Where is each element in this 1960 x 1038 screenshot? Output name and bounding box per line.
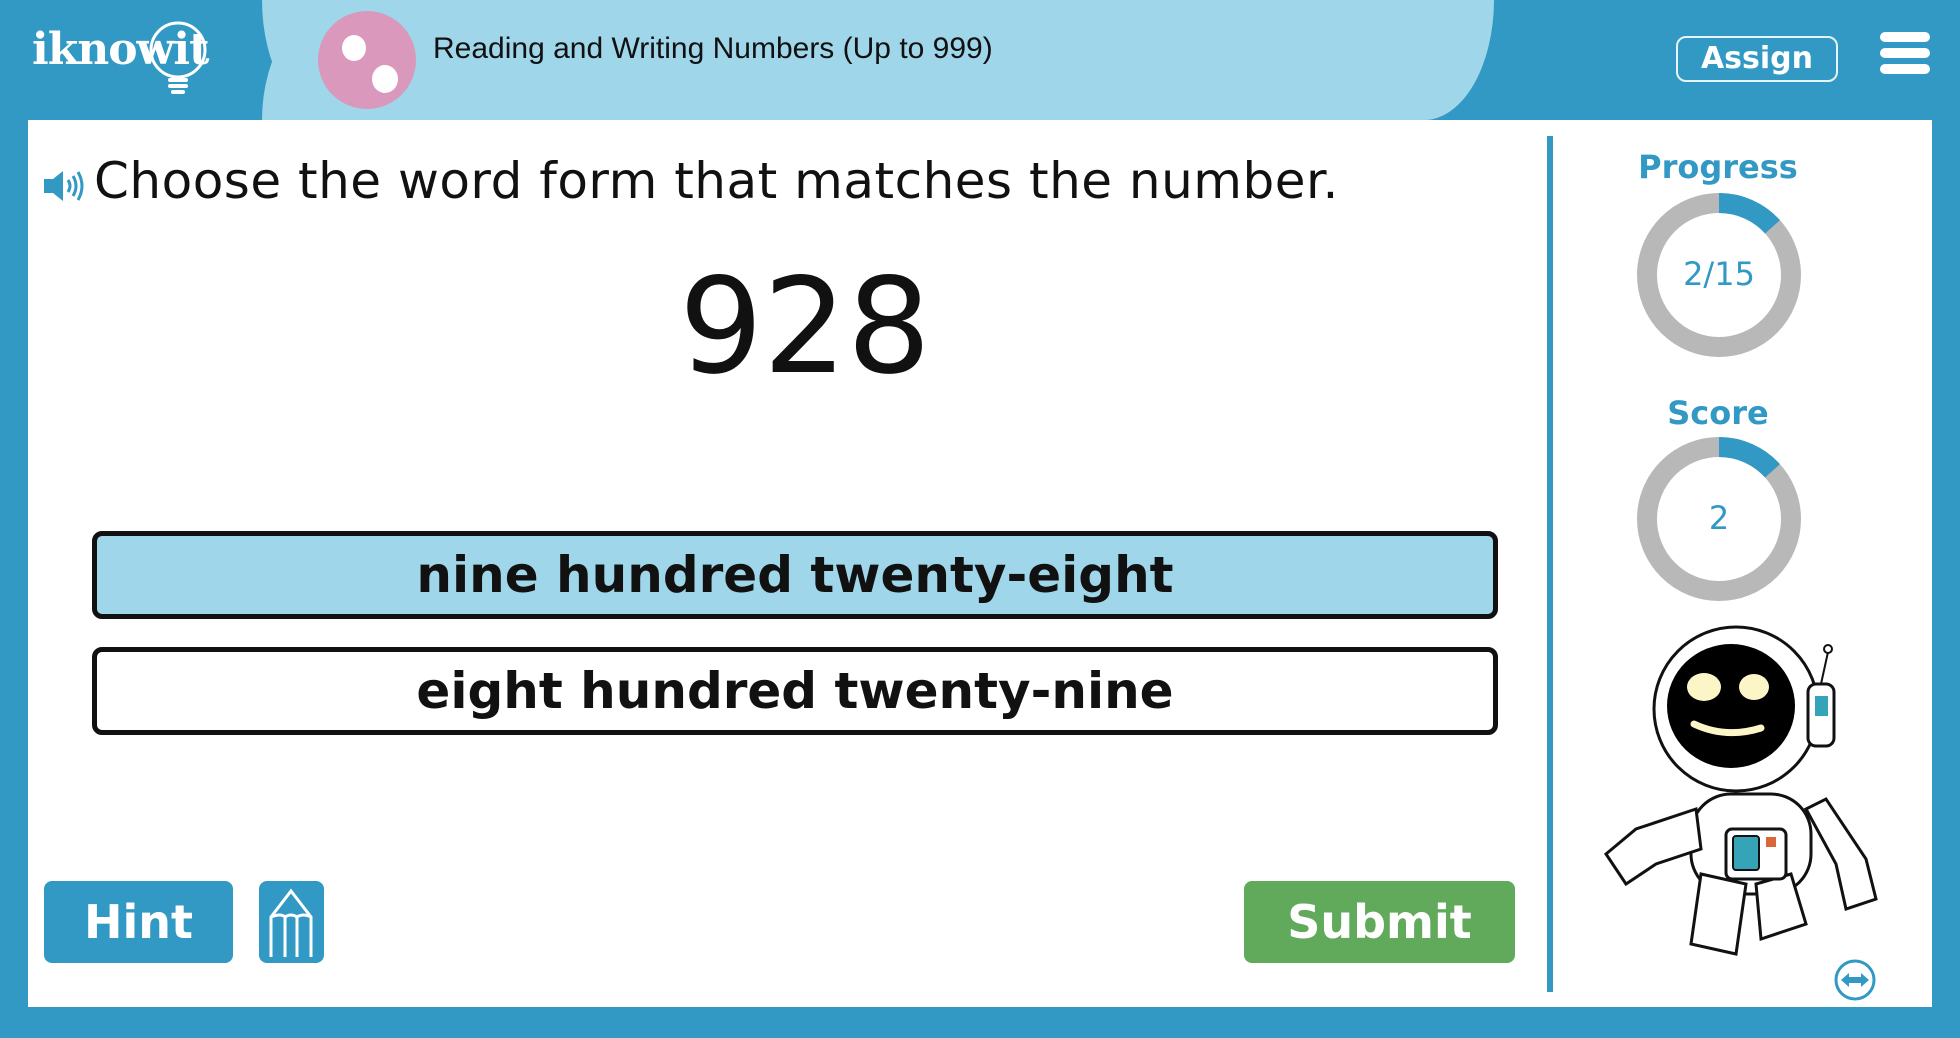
two-dots-topic-icon (318, 11, 416, 109)
iknowit-logo[interactable]: iknowit (32, 21, 232, 102)
hamburger-menu-icon[interactable] (1880, 32, 1930, 76)
speaker-icon[interactable] (42, 168, 88, 204)
progress-label: Progress (1638, 148, 1798, 186)
topic-icon-dot (342, 35, 366, 61)
mascot-eye (1687, 673, 1721, 701)
menu-bar (1880, 48, 1930, 58)
menu-bar (1880, 64, 1930, 74)
answer-option-1[interactable]: nine hundred twenty-eight (92, 531, 1498, 619)
pencil-icon (269, 888, 313, 957)
lightbulb-icon (149, 21, 207, 94)
assign-button[interactable]: Assign (1676, 36, 1838, 82)
menu-bar (1880, 32, 1930, 42)
question-prompt: Choose the word form that matches the nu… (94, 152, 1339, 210)
topic-title: Reading and Writing Numbers (Up to 999) (433, 32, 993, 65)
hint-button[interactable]: Hint (44, 881, 233, 963)
submit-button[interactable]: Submit (1244, 881, 1515, 963)
progress-value: 2/15 (1683, 255, 1755, 293)
answer-option-2[interactable]: eight hundred twenty-nine (92, 647, 1498, 735)
astronaut-mascot (1604, 625, 1878, 956)
sidebar-divider (1547, 136, 1553, 992)
target-number: 928 (679, 250, 931, 404)
score-value: 2 (1708, 499, 1730, 537)
topic-icon-dot (372, 65, 398, 93)
mascot-eye (1739, 674, 1769, 700)
pencil-scratchpad-button[interactable] (259, 881, 324, 963)
score-label: Score (1667, 394, 1769, 432)
swap-horizontal-icon[interactable] (1833, 958, 1877, 1002)
